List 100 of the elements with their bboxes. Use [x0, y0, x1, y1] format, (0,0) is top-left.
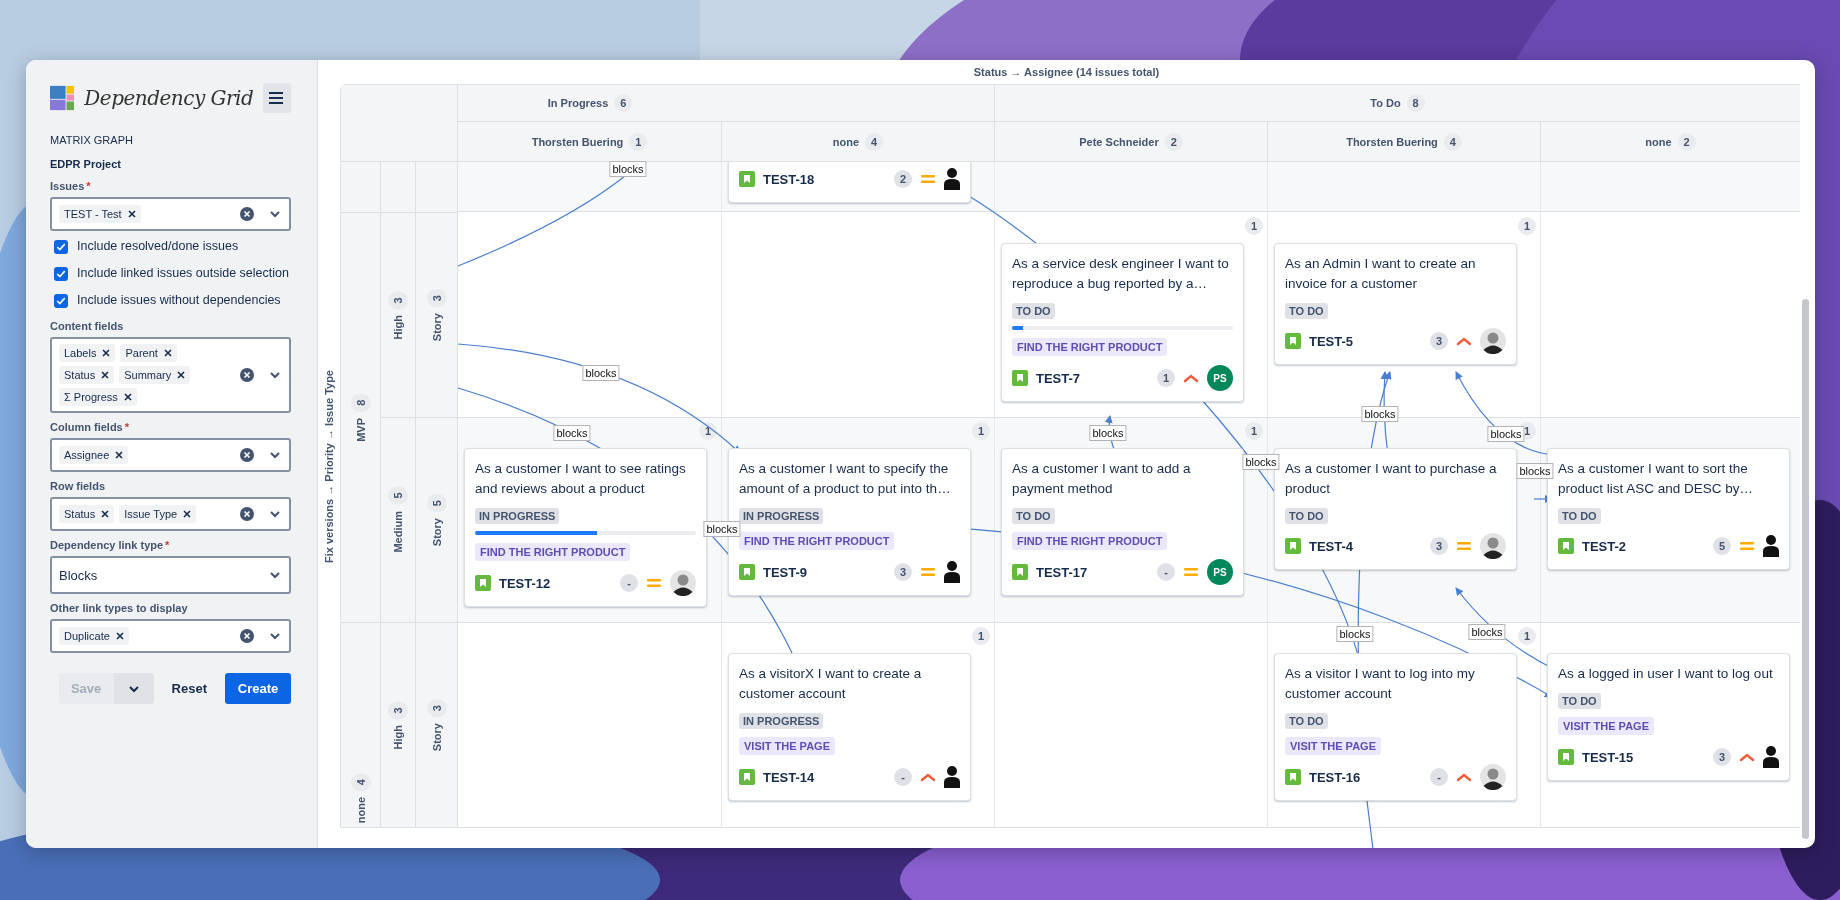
status-lozenge: TO DO [1285, 303, 1328, 319]
status-lozenge: TO DO [1285, 713, 1328, 729]
clear-icon[interactable] [239, 447, 255, 463]
avatar: PS [1207, 559, 1233, 585]
clear-icon[interactable] [239, 206, 255, 222]
person-icon [944, 766, 960, 788]
issue-card[interactable]: As an Admin I want to create an invoice for a customer TO DO TEST-5 3 [1274, 243, 1517, 365]
count-badge: 3 [388, 290, 408, 309]
section-heading: MATRIX GRAPH [50, 134, 134, 146]
create-button[interactable]: Create [225, 673, 291, 704]
person-icon [944, 168, 960, 190]
issue-summary: As a customer I want to see ratings and reviews about a product [475, 460, 687, 498]
multi-select-field[interactable]: Assignee [50, 438, 291, 472]
story-icon [1558, 749, 1574, 765]
issue-key[interactable]: TEST-2 [1582, 538, 1627, 554]
multi-select-field[interactable]: Status Issue Type [50, 497, 291, 531]
issue-card[interactable]: As a visitor I want to log into my customer account TO DO VISIT THE PAGE TEST-16 - [1274, 653, 1517, 801]
multi-select-field[interactable]: TEST - Test [50, 197, 291, 231]
clear-icon[interactable] [239, 506, 255, 522]
remove-icon[interactable] [102, 349, 111, 357]
issue-key[interactable]: TEST-15 [1582, 749, 1634, 765]
caret-icon [269, 571, 281, 579]
label-lozenge: FIND THE RIGHT PRODUCT [739, 532, 895, 550]
count-badge: 8 [1406, 94, 1425, 112]
issue-key[interactable]: TEST-7 [1036, 370, 1081, 386]
issue-key[interactable]: TEST-4 [1309, 538, 1354, 554]
multi-select-field[interactable]: Labels Parent Status Summary Σ Progress [50, 337, 291, 413]
issue-card[interactable]: TEST-18 2 [728, 162, 971, 203]
issue-summary: As a customer I want to specify the amount of a product to put into th… [739, 460, 952, 498]
priority-high-icon [920, 772, 936, 782]
person-icon [944, 561, 960, 583]
caret-icon[interactable] [269, 371, 281, 379]
column-heading: none [1645, 135, 1672, 148]
count-badge: 3 [894, 563, 912, 581]
caret-icon[interactable] [269, 632, 281, 640]
remove-icon[interactable] [115, 451, 124, 459]
count-badge: - [620, 574, 638, 592]
count-badge: 1 [699, 422, 717, 440]
issue-card[interactable]: As a visitorX I want to create a customer account IN PROGRESS VISIT THE PAGE TEST-14 - [728, 653, 971, 801]
select-field[interactable]: Blocks [50, 556, 291, 594]
issue-summary: As an Admin I want to create an invoice for a customer [1285, 255, 1477, 293]
checkbox[interactable] [54, 267, 68, 281]
count-badge: 3 [388, 700, 408, 719]
field-label: Row fields [50, 480, 105, 492]
priority-medium-icon [1183, 566, 1199, 578]
checkbox-label: Include resolved/done issues [77, 238, 239, 255]
clear-icon[interactable] [239, 367, 255, 383]
avatar-icon [1480, 764, 1506, 790]
label-lozenge: FIND THE RIGHT PRODUCT [1012, 338, 1168, 356]
tag: TEST - Test [59, 205, 141, 223]
issue-key[interactable]: TEST-16 [1309, 769, 1361, 785]
count-badge: 5 [388, 487, 408, 506]
issue-card[interactable]: As a logged in user I want to log out TO DO VISIT THE PAGE TEST-15 3 [1547, 653, 1790, 781]
clear-icon[interactable] [239, 628, 255, 644]
row-heading: Story [430, 517, 443, 547]
caret-icon[interactable] [269, 210, 281, 218]
issue-key[interactable]: TEST-17 [1036, 564, 1088, 580]
issue-key[interactable]: TEST-14 [763, 769, 815, 785]
multi-select-field[interactable]: Duplicate [50, 619, 291, 653]
status-lozenge: IN PROGRESS [475, 508, 560, 524]
remove-icon[interactable] [163, 349, 172, 357]
count-badge: 4 [865, 132, 884, 151]
issue-key[interactable]: TEST-5 [1309, 333, 1354, 349]
tag: Parent [120, 344, 177, 362]
remove-icon[interactable] [127, 210, 136, 218]
label-lozenge: FIND THE RIGHT PRODUCT [475, 543, 631, 561]
remove-icon[interactable] [115, 632, 124, 640]
remove-icon[interactable] [177, 371, 186, 379]
story-icon [1285, 769, 1301, 785]
priority-high-icon [1456, 772, 1472, 782]
scrollbar-thumb[interactable] [1802, 299, 1809, 839]
count-badge: 3 [426, 698, 447, 717]
remove-icon[interactable] [101, 371, 110, 379]
menu-button[interactable] [263, 83, 291, 113]
caret-icon[interactable] [269, 451, 281, 459]
priority-medium-icon [920, 566, 936, 578]
remove-icon[interactable] [183, 510, 192, 518]
label-lozenge: FIND THE RIGHT PRODUCT [1012, 532, 1168, 550]
checkbox[interactable] [54, 240, 68, 254]
issue-summary: As a service desk engineer I want to reproduce a bug reported by a… [1012, 255, 1230, 293]
issue-key[interactable]: TEST-9 [763, 564, 808, 580]
label-lozenge: VISIT THE PAGE [1285, 737, 1381, 755]
issue-key[interactable]: TEST-12 [499, 575, 551, 591]
reset-button[interactable]: Reset [159, 673, 219, 704]
issue-summary: As a visitor I want to log into my customer account [1285, 665, 1476, 703]
column-heading: none [832, 135, 860, 148]
issue-summary: As a customer I want to add a payment method [1012, 460, 1192, 498]
remove-icon[interactable] [101, 510, 110, 518]
count-badge: 1 [1245, 217, 1263, 235]
issue-summary: As a customer I want to purchase a product [1285, 460, 1498, 498]
issue-card[interactable]: As a customer I want to add a payment method TO DO FIND THE RIGHT PRODUCT TEST-17 - PS [1001, 448, 1244, 596]
remove-icon[interactable] [123, 393, 132, 401]
checkbox[interactable] [54, 294, 68, 308]
caret-icon[interactable] [269, 510, 281, 518]
count-badge: - [894, 768, 912, 786]
issue-card[interactable]: As a service desk engineer I want to reproduce a bug reported by a… TO DO FIND THE RIGHT PRODUCT TEST-7 1 PS [1001, 243, 1244, 402]
issue-key[interactable]: TEST-18 [763, 171, 815, 187]
status-lozenge: TO DO [1012, 303, 1055, 319]
issue-card[interactable]: As a customer I want to see ratings and reviews about a product IN PROGRESS FIND THE RIGHT PRODUCT TEST-12 - [464, 448, 707, 607]
link-label: blocks [553, 425, 591, 441]
